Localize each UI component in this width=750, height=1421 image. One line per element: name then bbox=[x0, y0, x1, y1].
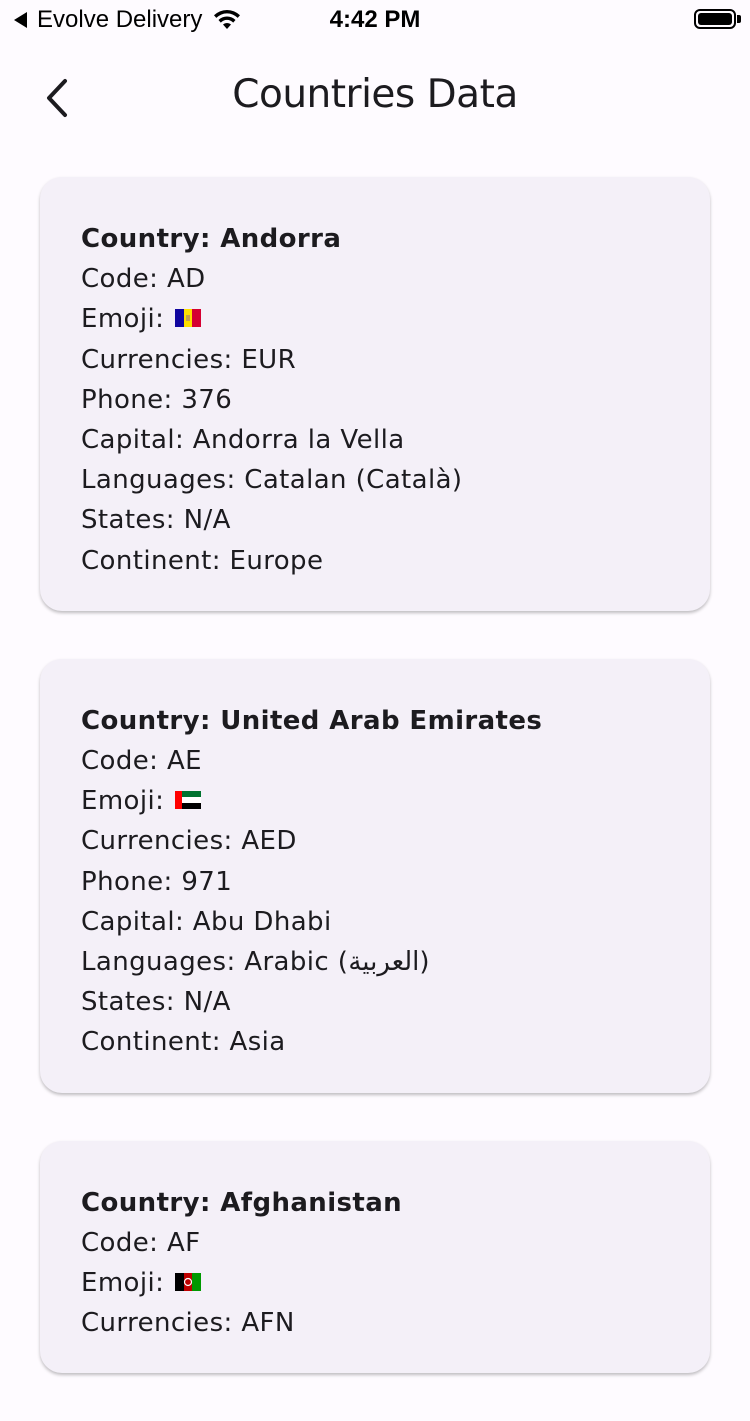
battery-tip bbox=[737, 15, 741, 23]
status-time: 4:42 PM bbox=[329, 6, 421, 33]
country-continent: Continent: Asia bbox=[81, 1027, 286, 1058]
emoji-label: Emoji: bbox=[81, 1268, 165, 1299]
country-emoji: Emoji: bbox=[81, 1263, 670, 1303]
country-states: States: N/A bbox=[81, 505, 231, 536]
country-emoji: Emoji: bbox=[81, 781, 670, 821]
country-emoji: Emoji: bbox=[81, 299, 670, 339]
page-title: Countries Data bbox=[232, 72, 518, 117]
andorra-flag-icon bbox=[174, 308, 201, 327]
country-continent: Continent: Europe bbox=[81, 545, 324, 576]
country-languages: Languages: Arabic (العربية) bbox=[81, 947, 430, 978]
country-card: Country: United Arab Emirates Code: AE E… bbox=[40, 658, 710, 1093]
country-code: Code: AE bbox=[81, 746, 202, 777]
country-code: Code: AD bbox=[81, 264, 206, 295]
emoji-label: Emoji: bbox=[81, 304, 165, 335]
country-currencies: Currencies: EUR bbox=[81, 344, 297, 375]
country-name: Country: Andorra bbox=[81, 224, 342, 254]
country-code: Code: AF bbox=[81, 1227, 201, 1258]
afghanistan-flag-icon bbox=[174, 1272, 201, 1291]
country-currencies: Currencies: AED bbox=[81, 826, 297, 857]
country-phone: Phone: 971 bbox=[81, 866, 233, 897]
country-card: Country: Andorra Code: AD Emoji: Currenc… bbox=[40, 177, 710, 611]
country-name: Country: Afghanistan bbox=[81, 1187, 403, 1218]
status-bar: Evolve Delivery 4:42 PM bbox=[0, 0, 750, 42]
country-currencies: Currencies: AFN bbox=[81, 1308, 295, 1339]
country-card: Country: Afghanistan Code: AF Emoji: Cur… bbox=[40, 1140, 710, 1374]
country-name: Country: United Arab Emirates bbox=[81, 705, 543, 736]
uae-flag-icon bbox=[174, 790, 201, 809]
country-list: Country: Andorra Code: AD Emoji: Currenc… bbox=[40, 177, 710, 1421]
app-bar: Countries Data bbox=[0, 56, 750, 140]
emoji-label: Emoji: bbox=[81, 786, 165, 817]
battery-icon bbox=[694, 9, 736, 29]
country-languages: Languages: Catalan (Català) bbox=[81, 465, 463, 496]
country-capital: Capital: Abu Dhabi bbox=[81, 906, 332, 937]
battery-level bbox=[698, 13, 732, 25]
country-capital: Capital: Andorra la Vella bbox=[81, 425, 405, 456]
country-phone: Phone: 376 bbox=[81, 384, 233, 415]
country-states: States: N/A bbox=[81, 987, 231, 1018]
